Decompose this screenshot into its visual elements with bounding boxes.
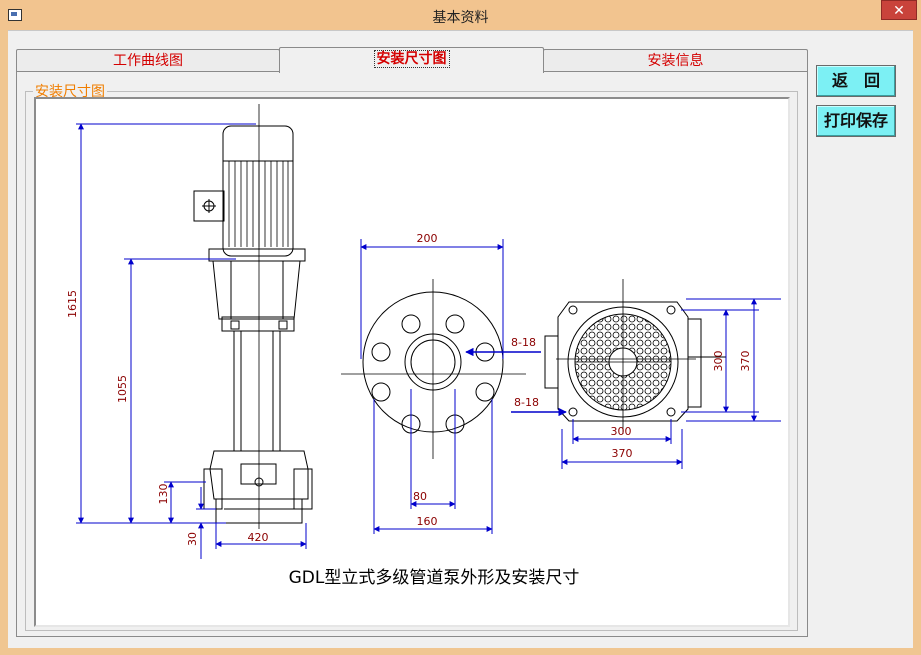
- tab-work-curve[interactable]: 工作曲线图: [16, 49, 280, 72]
- dim-130: 130: [157, 484, 170, 505]
- print-save-button[interactable]: 打印保存: [816, 105, 896, 137]
- flange-view: [341, 279, 526, 459]
- dim-420: 420: [248, 531, 269, 544]
- dim-370-h: 370: [612, 447, 633, 460]
- tab-bar: 工作曲线图 安装尺寸图 安装信息: [16, 47, 808, 73]
- tab-label: 安装信息: [647, 53, 704, 69]
- dim-holes-top: 8-18: [511, 336, 536, 349]
- dim-200: 200: [417, 232, 438, 245]
- dim-1615: 1615: [66, 290, 79, 318]
- dim-holes-base: 8-18: [514, 396, 539, 409]
- title-bar: 基本资料 ✕: [0, 0, 921, 30]
- client-area: 工作曲线图 安装尺寸图 安装信息 安装尺寸图 1615 1055 130 30 …: [8, 30, 913, 648]
- pump-drawing-svg: 1615 1055 130 30 420 200 80 160 8-18 300…: [66, 104, 781, 588]
- tab-label: 工作曲线图: [113, 53, 183, 69]
- pump-side-view: [193, 104, 313, 529]
- tab-label: 安装尺寸图: [373, 50, 450, 68]
- base-plan-view: [544, 279, 726, 434]
- back-button[interactable]: 返 回: [816, 65, 896, 97]
- dim-300-v: 300: [712, 351, 725, 372]
- dim-1055: 1055: [116, 375, 129, 403]
- window-title: 基本资料: [432, 10, 489, 26]
- tab-panel: 安装尺寸图 1615 1055 130 30 420 200 80 160 8-…: [16, 71, 808, 637]
- dim-370-v: 370: [739, 351, 752, 372]
- dim-300-h: 300: [611, 425, 632, 438]
- dim-160: 160: [417, 515, 438, 528]
- dim-30: 30: [186, 532, 199, 546]
- tab-install-dimensions[interactable]: 安装尺寸图: [279, 47, 544, 73]
- close-button[interactable]: ✕: [881, 0, 917, 20]
- dimension-drawing: 1615 1055 130 30 420 200 80 160 8-18 300…: [34, 97, 790, 627]
- drawing-caption: GDL型立式多级管道泵外形及安装尺寸: [289, 568, 580, 588]
- dim-80: 80: [413, 490, 427, 503]
- side-dimension-labels: 1615 1055 130 30 420: [66, 290, 269, 546]
- tab-install-info[interactable]: 安装信息: [543, 49, 808, 72]
